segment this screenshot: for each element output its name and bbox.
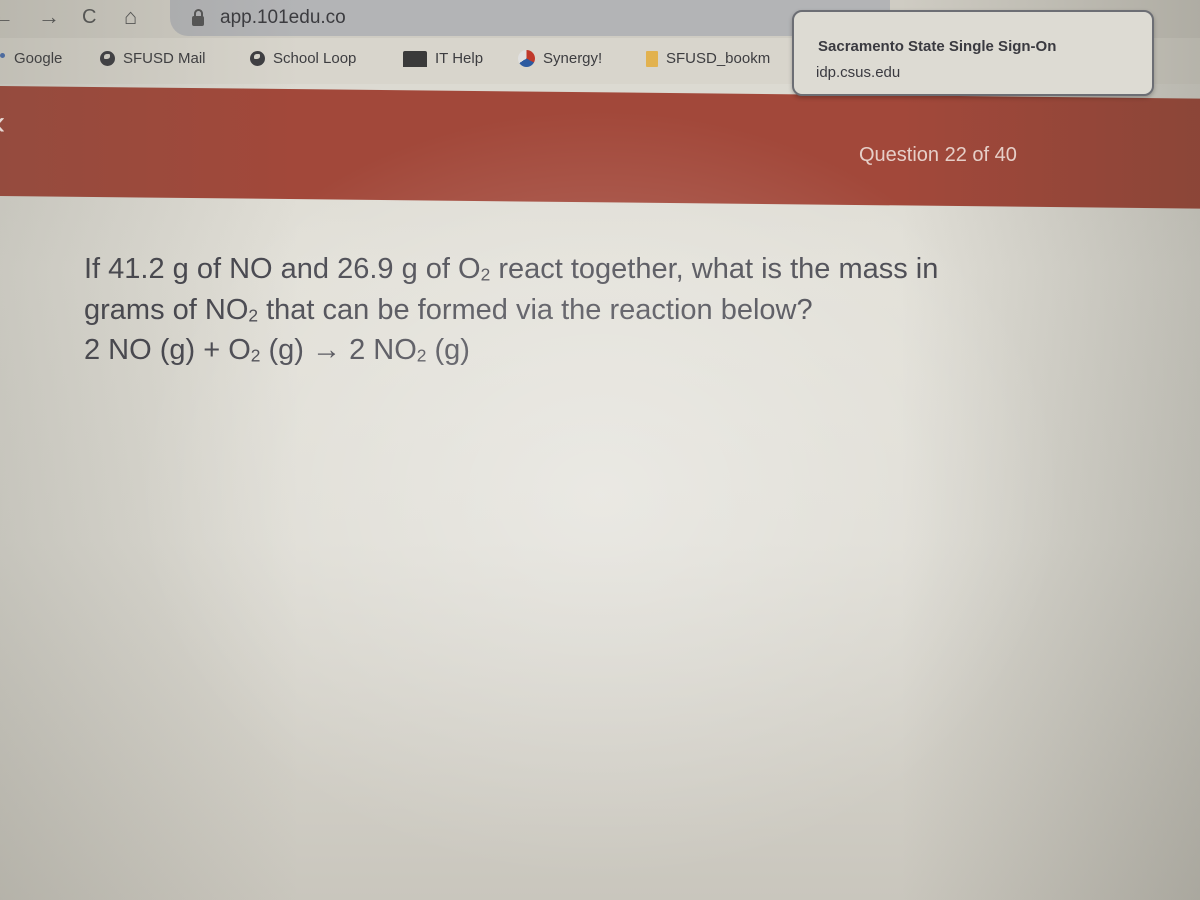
lock-icon <box>192 9 204 26</box>
synergy-icon <box>518 50 535 67</box>
reaction-equation: 2 NO (g) + O2 (g) → 2 NO2 (g) <box>84 334 470 367</box>
bookmark-synergy[interactable]: Synergy! <box>518 50 602 67</box>
back-arrow-icon[interactable]: ← <box>0 4 14 30</box>
globe-icon <box>250 51 265 66</box>
bookmark-google[interactable]: Google <box>14 50 62 67</box>
reload-icon[interactable]: C <box>82 6 96 29</box>
folder-icon <box>646 50 658 67</box>
back-chevron-icon[interactable]: ‹ <box>0 104 5 143</box>
bookmark-it-help[interactable]: IT Help <box>403 50 483 67</box>
bookmark-label: Google <box>14 50 63 67</box>
bookmark-sfusd-bookmarks[interactable]: SFUSD_bookm <box>646 50 770 67</box>
bookmark-sfusd-mail[interactable]: SFUSD Mail <box>100 50 206 67</box>
forward-arrow-icon[interactable]: → <box>38 4 60 30</box>
bookmark-label: Synergy! <box>543 50 603 67</box>
globe-icon <box>100 51 115 66</box>
bookmark-school-loop[interactable]: School Loop <box>250 50 356 67</box>
question-line-1: If 41.2 g of NO and 26.9 g of O2 react t… <box>84 253 939 285</box>
question-line-2: grams of NO2 that can be formed via the … <box>84 293 813 326</box>
google-icon <box>0 53 5 58</box>
bookmark-label: SFUSD Mail <box>123 50 206 67</box>
bookmark-label: SFUSD_bookm <box>666 50 771 67</box>
bookmark-label: IT Help <box>435 50 484 67</box>
question-counter: Question 22 of 40 <box>859 144 1017 166</box>
laptop-icon <box>403 50 427 67</box>
address-bar[interactable]: app.101edu.co <box>170 0 890 36</box>
question-header <box>0 86 1200 209</box>
url-text[interactable]: app.101edu.co <box>220 7 346 29</box>
bookmark-tooltip: Sacramento State Single Sign-On idp.csus… <box>792 10 1154 96</box>
question-text: If 41.2 g of NO and 26.9 g of O2 react t… <box>84 252 1174 374</box>
bookmark-label: School Loop <box>273 50 357 67</box>
tooltip-title: Sacramento State Single Sign-On <box>818 38 1057 55</box>
tooltip-url: idp.csus.edu <box>816 64 901 81</box>
home-icon[interactable]: ⌂ <box>124 4 137 30</box>
